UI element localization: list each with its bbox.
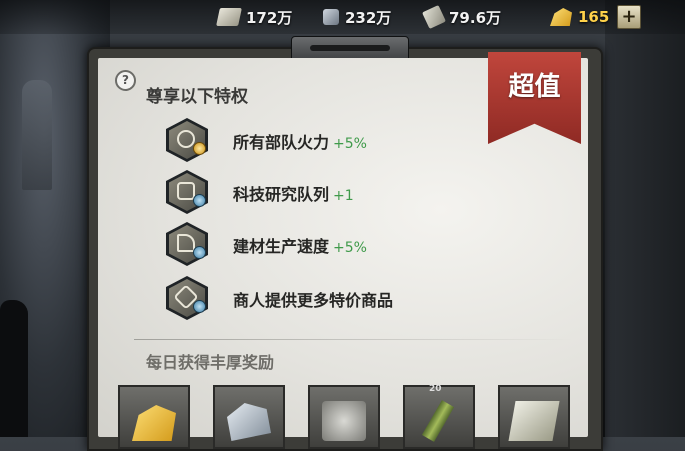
perk-bonus: +5%	[333, 240, 367, 256]
perk-badge-icon	[193, 300, 206, 313]
perk-label: 所有部队火力 +5%	[233, 133, 367, 152]
firepower-icon	[166, 118, 208, 162]
section-divider	[134, 339, 574, 340]
research-icon	[166, 170, 208, 214]
cash-bundle-icon	[508, 401, 560, 441]
merchant-icon	[166, 276, 208, 320]
reward-slot[interactable]	[213, 385, 285, 449]
green-rod-icon	[421, 400, 455, 442]
perk-label: 商人提供更多特价商品	[233, 291, 394, 310]
resource-gold: 165	[550, 6, 609, 28]
steel-icon	[323, 9, 339, 25]
construction-icon	[166, 222, 208, 266]
perk-label: 科技研究队列 +1	[233, 185, 354, 204]
perk-item: 商人提供更多特价商品	[166, 276, 496, 320]
perk-item: 科技研究队列 +1	[166, 170, 496, 214]
cash-icon	[216, 8, 242, 26]
gold-icon	[550, 8, 572, 26]
cash-value: 172万	[246, 8, 293, 27]
perk-item: 所有部队火力 +5%	[166, 118, 496, 162]
background-right	[605, 0, 685, 437]
perk-badge-icon	[193, 194, 206, 207]
help-icon[interactable]: ?	[115, 70, 136, 91]
privileges-title: 尊享以下特权	[146, 87, 248, 107]
steel-value: 232万	[345, 8, 392, 27]
reward-slot[interactable]	[498, 385, 570, 449]
resource-cash: 172万	[216, 6, 293, 28]
bond-value: 79.6万	[449, 8, 502, 27]
gold-bars-icon	[132, 405, 176, 441]
resource-bar: 172万 232万 79.6万 165 +	[0, 0, 685, 34]
reward-slot[interactable]: 20	[403, 384, 475, 449]
steel-ore-icon	[227, 403, 271, 441]
reward-slot[interactable]	[118, 385, 190, 449]
resource-steel: 232万	[323, 6, 391, 28]
perk-item: 建材生产速度 +5%	[166, 222, 496, 266]
resource-bond: 79.6万	[422, 5, 502, 29]
token-icon	[322, 401, 366, 441]
perk-bonus: +5%	[333, 136, 367, 152]
perk-bonus: +1	[333, 188, 354, 204]
reward-count: 20	[429, 384, 442, 394]
perk-badge-icon	[193, 142, 206, 155]
tower-silhouette	[22, 80, 52, 190]
bond-icon	[422, 5, 446, 29]
reward-slot[interactable]	[308, 385, 380, 449]
daily-rewards-title: 每日获得丰厚奖励	[146, 353, 275, 372]
perk-label: 建材生产速度 +5%	[233, 237, 367, 256]
gold-value: 165	[578, 8, 610, 26]
perk-badge-icon	[193, 246, 206, 259]
soldier-silhouette	[0, 300, 28, 437]
add-gold-button[interactable]: +	[617, 5, 641, 29]
